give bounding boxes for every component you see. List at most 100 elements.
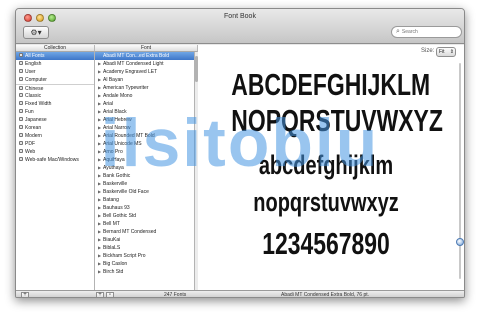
disclosure-triangle-icon[interactable]: ▶ [98, 92, 102, 100]
font-item-label: Arial [103, 101, 114, 107]
disclosure-triangle-icon[interactable]: ▶ [98, 116, 102, 124]
collection-column-header[interactable]: Collection [16, 45, 95, 52]
disclosure-triangle-icon[interactable]: ▶ [98, 132, 102, 140]
sample-lowercase-2: nopqrstuvwxyz [253, 187, 399, 217]
disclosure-triangle-icon[interactable]: ▶ [98, 172, 102, 180]
font-item[interactable]: ▶ Ayuthaya [95, 164, 194, 172]
font-item[interactable]: ▶ Arial Black [95, 108, 194, 116]
gear-menu-button[interactable]: ⚙▾ [23, 26, 49, 39]
collection-item[interactable]: Modern [16, 132, 94, 140]
collection-item[interactable]: Computer [16, 76, 94, 84]
toggle-font-button[interactable]: ▫ [106, 292, 114, 297]
disclosure-triangle-icon[interactable]: ▶ [98, 68, 102, 76]
selection-info: Abadi MT Condensed Extra Bold, 76 pt. [281, 292, 370, 298]
font-item[interactable]: ▶ Arial Rounded MT Bold [95, 132, 194, 140]
add-font-button[interactable]: + [96, 292, 104, 297]
font-item[interactable]: ▶ BiauKai [95, 236, 194, 244]
disclosure-triangle-icon[interactable]: ▶ [98, 156, 102, 164]
font-item-label: Abadi MT Condensed Light [103, 61, 164, 67]
disclosure-triangle-icon[interactable]: ▶ [98, 124, 102, 132]
user-icon [19, 69, 23, 73]
disclosure-triangle-icon[interactable]: ▶ [98, 244, 102, 252]
font-item-label: Baskerville Old Face [103, 189, 149, 195]
disclosure-triangle-icon[interactable]: ▶ [98, 236, 102, 244]
size-slider[interactable] [456, 63, 464, 279]
font-item[interactable]: ▶ Arial Unicode MS [95, 140, 194, 148]
disclosure-triangle-icon[interactable]: ▶ [98, 108, 102, 116]
disclosure-triangle-icon[interactable]: ▶ [98, 148, 102, 156]
font-item[interactable]: ▶ AquiHaya [95, 156, 194, 164]
font-item-label: Arial Unicode MS [103, 141, 142, 147]
font-item-label: Bickham Script Pro [103, 253, 146, 259]
font-item[interactable]: ▶ Big Caslon [95, 260, 194, 268]
disclosure-triangle-icon[interactable]: ▶ [98, 100, 102, 108]
size-select[interactable]: Fit ⇕ [436, 47, 456, 57]
font-item[interactable]: ▶ Andale Mono [95, 92, 194, 100]
font-item[interactable]: ▶ Abadi MT Condensed Light [95, 60, 194, 68]
font-item[interactable]: ▶ Bernard MT Condensed [95, 228, 194, 236]
collection-item[interactable]: English [16, 60, 94, 68]
font-item[interactable]: ▶ BiblaLS [95, 244, 194, 252]
font-item[interactable]: ▶ Al Bayan [95, 76, 194, 84]
disclosure-triangle-icon[interactable]: ▶ [98, 140, 102, 148]
size-label: Size: [421, 48, 435, 54]
collection-item[interactable]: Chinese [16, 84, 94, 92]
slider-track[interactable] [459, 63, 461, 279]
collection-item[interactable]: Japanese [16, 116, 94, 124]
collection-item[interactable]: Web [16, 148, 94, 156]
collection-item[interactable]: User [16, 68, 94, 76]
disclosure-triangle-icon[interactable]: ▶ [98, 228, 102, 236]
font-item[interactable]: ▶ Bell Gothic Std [95, 212, 194, 220]
disclosure-triangle-icon[interactable]: ▶ [98, 260, 102, 268]
font-item-label: BiauKai [103, 237, 121, 243]
disclosure-triangle-icon[interactable]: ▶ [98, 212, 102, 220]
disclosure-triangle-icon[interactable]: ▶ [98, 188, 102, 196]
font-book-window: Font Book ⚙▾ ⌕ Collection Font All Fonts… [15, 8, 465, 298]
font-item[interactable]: ▶ Bickham Script Pro [95, 252, 194, 260]
slider-knob[interactable] [456, 238, 464, 246]
disclosure-triangle-icon[interactable]: ▶ [98, 268, 102, 276]
add-collection-button[interactable]: + [21, 292, 29, 297]
collection-item[interactable]: Korean [16, 124, 94, 132]
disclosure-triangle-icon[interactable]: ▶ [98, 76, 102, 84]
collection-item[interactable]: Web-safe Mac/Windows [16, 156, 94, 164]
font-item[interactable]: ▶ Arno Pro [95, 148, 194, 156]
search-input[interactable] [401, 29, 454, 35]
collection-item[interactable]: Classic [16, 92, 94, 100]
disclosure-triangle-icon[interactable]: ▶ [98, 204, 102, 212]
font-item[interactable]: ▶ Bauhaus 93 [95, 204, 194, 212]
collection-item[interactable]: All Fonts [16, 52, 94, 60]
font-item[interactable]: ▶ Arial Narrow [95, 124, 194, 132]
font-column-header[interactable]: Font [95, 45, 198, 52]
sample-lowercase-1: abcdefghijklm [258, 150, 394, 180]
font-item[interactable]: Abadi MT Con...ed Extra Bold [95, 52, 194, 60]
disclosure-triangle-icon[interactable]: ▶ [98, 252, 102, 260]
font-item[interactable]: ▶ Bank Gothic [95, 172, 194, 180]
font-item[interactable]: ▶ Birch Std [95, 268, 194, 276]
collection-icon [19, 149, 23, 153]
disclosure-triangle-icon[interactable]: ▶ [98, 84, 102, 92]
font-item[interactable]: ▶ Batang [95, 196, 194, 204]
font-item[interactable]: ▶ Arial [95, 100, 194, 108]
disclosure-triangle-icon[interactable]: ▶ [98, 180, 102, 188]
collection-icon [19, 141, 23, 145]
font-item[interactable]: ▶ Arial Hebrew [95, 116, 194, 124]
collection-item[interactable]: PDF [16, 140, 94, 148]
collection-item[interactable]: Fun [16, 108, 94, 116]
font-item[interactable]: ▶ Bell MT [95, 220, 194, 228]
font-item[interactable]: ▶ Academy Engraved LET [95, 68, 194, 76]
disclosure-triangle-icon[interactable]: ▶ [98, 60, 102, 68]
disclosure-triangle-icon[interactable]: ▶ [98, 164, 102, 172]
search-field[interactable]: ⌕ [391, 26, 462, 38]
collection-item[interactable]: Fixed Width [16, 100, 94, 108]
disclosure-triangle-icon[interactable]: ▶ [98, 196, 102, 204]
font-item[interactable]: ▶ Baskerville [95, 180, 194, 188]
collection-icon [19, 125, 23, 129]
disclosure-triangle-icon[interactable]: ▶ [98, 220, 102, 228]
font-item-label: Academy Engraved LET [103, 69, 158, 75]
font-item[interactable]: ▶ American Typewriter [95, 84, 194, 92]
collection-item-label: Fixed Width [25, 101, 52, 107]
font-item[interactable]: ▶ Baskerville Old Face [95, 188, 194, 196]
collection-item-label: Japanese [25, 117, 47, 123]
title-bar: Font Book ⚙▾ ⌕ [16, 9, 464, 44]
